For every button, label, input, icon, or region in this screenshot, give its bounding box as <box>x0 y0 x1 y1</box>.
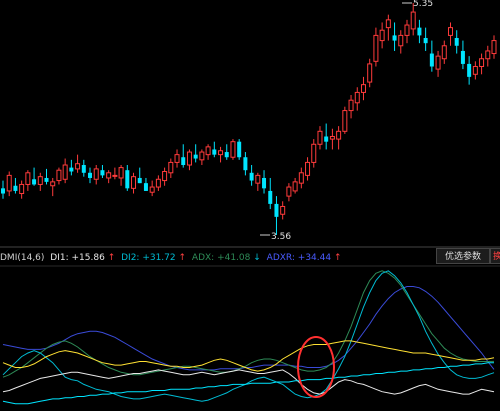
candle-body <box>454 37 459 46</box>
candle-body <box>224 152 229 158</box>
candle-body <box>485 50 491 60</box>
candle-body <box>373 34 379 62</box>
low-price-label: 3.56 <box>271 232 291 242</box>
candle-body <box>69 167 74 172</box>
candle-body <box>118 167 124 179</box>
candle-body <box>106 172 112 179</box>
candle-body <box>199 151 205 161</box>
adxr-value: ADXR: +34.44 <box>267 253 332 263</box>
candle-body <box>174 154 180 163</box>
candle-body <box>131 176 137 189</box>
candle-body <box>268 190 273 204</box>
candle-body <box>379 29 385 42</box>
candle-body <box>75 163 81 170</box>
candle-body <box>417 27 422 36</box>
candle-body <box>479 58 485 68</box>
candle-body <box>274 203 279 217</box>
candle-body <box>205 146 211 156</box>
candle-body <box>155 178 161 188</box>
candle <box>230 139 236 160</box>
candle-body <box>100 170 105 176</box>
candle-body <box>460 50 465 64</box>
candle-body <box>354 91 360 104</box>
indicator-name: DMI(14,6) <box>0 253 44 263</box>
optimize-params-button[interactable]: 优选参数 <box>436 248 490 264</box>
candle-body <box>255 174 261 184</box>
candle-body <box>298 172 304 184</box>
candle-body <box>230 141 236 158</box>
candle-body <box>324 136 329 142</box>
candle-body <box>423 37 428 44</box>
switch-button[interactable]: 换 <box>490 248 500 264</box>
candle-body <box>212 149 217 155</box>
candle-body <box>286 186 292 197</box>
candle-body <box>237 141 242 158</box>
candle-body <box>292 181 298 192</box>
candle-body <box>149 186 155 193</box>
di2-arrow: ↑ <box>179 253 187 263</box>
candle <box>237 139 242 160</box>
candle-body <box>472 66 478 75</box>
candle-body <box>62 164 68 180</box>
candle-body <box>392 35 397 41</box>
candle-body <box>137 177 142 184</box>
candle-body <box>88 172 93 178</box>
candle-body <box>32 179 37 185</box>
candle-body <box>410 11 416 30</box>
candle-body <box>243 157 248 171</box>
adxr-arrow: ↑ <box>334 253 342 263</box>
adx-arrow: ↓ <box>253 253 261 263</box>
candle-body <box>491 40 497 55</box>
candle-body <box>37 176 43 185</box>
candle-body <box>249 172 254 181</box>
candle-body <box>429 53 434 67</box>
candle-body <box>6 174 12 192</box>
candle-body <box>81 165 86 173</box>
candle-body <box>181 157 186 166</box>
candle-body <box>186 151 192 166</box>
candle-body <box>367 63 373 83</box>
candle-body <box>398 34 404 47</box>
candle-body <box>385 19 391 29</box>
candle-body <box>44 177 49 182</box>
stock-chart[interactable]: 5.35 3.56 DMI(14,6) DI1: +15.86 ↑ DI2: +… <box>0 0 500 411</box>
candle-body <box>143 183 148 191</box>
candle-body <box>329 135 335 140</box>
candle-body <box>447 27 453 36</box>
candle-body <box>112 174 118 177</box>
di1-value: DI1: +15.86 <box>50 253 105 263</box>
candle-body <box>50 181 56 187</box>
candle-body <box>467 63 472 77</box>
candle-body <box>125 170 130 189</box>
candle-body <box>193 154 198 159</box>
candle-body <box>404 24 410 36</box>
candle-body <box>93 168 99 180</box>
candle-body <box>162 170 168 182</box>
candle <box>342 106 348 134</box>
indicator-header: DMI(14,6) DI1: +15.86 ↑ DI2: +31.72 ↑ AD… <box>0 253 342 263</box>
candle-body <box>56 169 62 182</box>
adx-value: ADX: +41.08 <box>192 253 251 263</box>
candle-body <box>1 188 5 194</box>
candle-body <box>280 205 286 215</box>
candle-body <box>435 55 441 70</box>
candle-body <box>218 150 224 156</box>
candle-body <box>348 99 354 112</box>
candle-body <box>317 130 323 145</box>
candle-body <box>342 110 348 132</box>
candle-body <box>19 183 25 195</box>
candle-body <box>360 84 366 93</box>
di1-arrow: ↑ <box>108 253 116 263</box>
candle-body <box>311 143 317 163</box>
candle-body <box>336 130 342 140</box>
candle-body <box>305 161 311 176</box>
candle-body <box>13 185 18 191</box>
di2-value: DI2: +31.72 <box>121 253 176 263</box>
candle-body <box>168 161 174 174</box>
candle-body <box>441 45 447 60</box>
high-price-label: 5.35 <box>413 0 433 9</box>
candle-body <box>25 172 31 185</box>
candle-body <box>262 177 267 189</box>
